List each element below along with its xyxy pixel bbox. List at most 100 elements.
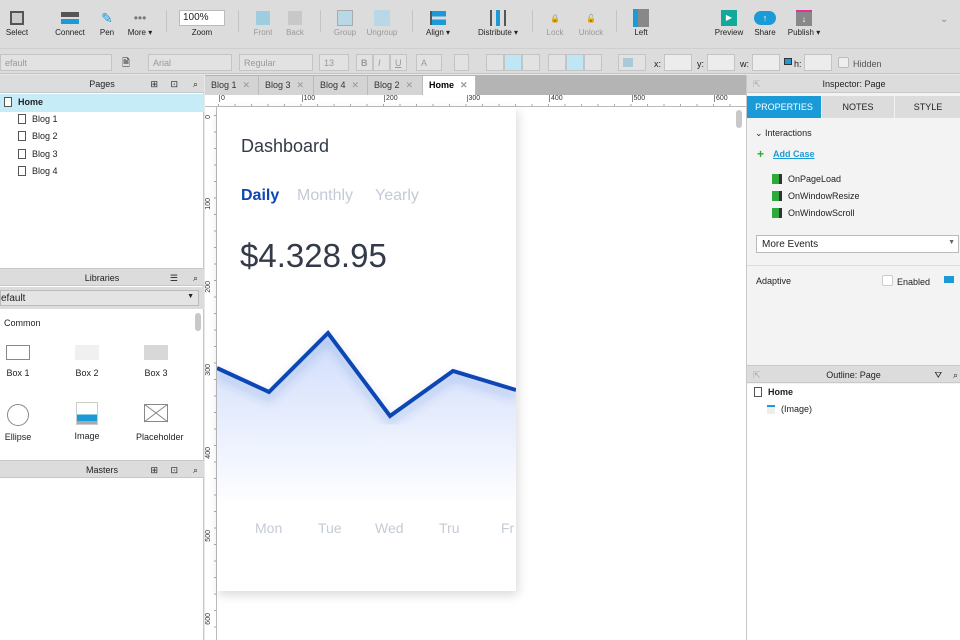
back-button[interactable]: Back xyxy=(282,8,308,37)
align-right-button[interactable] xyxy=(522,54,540,71)
tab-notes[interactable]: NOTES xyxy=(822,96,894,118)
italic-button[interactable]: I xyxy=(373,54,390,71)
ruler-label: 200 xyxy=(205,281,212,293)
pen-button[interactable]: ✎ Pen xyxy=(94,8,120,38)
close-icon[interactable]: ✕ xyxy=(460,80,468,90)
add-page-icon[interactable]: ⊞ xyxy=(150,75,158,93)
select-button[interactable]: Select xyxy=(0,8,34,37)
weight-select[interactable]: Regular xyxy=(239,54,313,71)
close-icon[interactable]: ✕ xyxy=(406,80,414,90)
adaptive-enabled-checkbox[interactable] xyxy=(882,275,893,286)
align-button[interactable]: Align ▾ xyxy=(424,8,452,37)
valign-middle-button[interactable] xyxy=(566,54,584,71)
library-scrollbar[interactable] xyxy=(195,313,201,331)
preview-button[interactable]: ▶ Preview xyxy=(712,8,746,37)
more-events-select[interactable]: More Events ▼ xyxy=(756,235,959,253)
align-left-button[interactable] xyxy=(486,54,504,71)
add-folder-icon[interactable]: ⊡ xyxy=(170,461,178,479)
left-panel-button[interactable]: Left xyxy=(628,8,654,37)
lock-button[interactable]: 🔒 Lock xyxy=(542,8,568,38)
add-folder-icon[interactable]: ⊡ xyxy=(170,75,178,93)
page-item-blog-3[interactable]: Blog 3 xyxy=(18,149,58,159)
menu-icon[interactable]: ☰ xyxy=(170,269,178,287)
hidden-checkbox[interactable] xyxy=(838,57,849,68)
page-item-blog-4[interactable]: Blog 4 xyxy=(18,166,58,176)
add-case-link[interactable]: Add Case xyxy=(773,149,815,159)
tab-home[interactable]: Home ✕ xyxy=(423,76,476,95)
period-yearly: Yearly xyxy=(375,187,419,204)
interactions-toggle[interactable]: ⌄ Interactions xyxy=(755,128,812,139)
page-item-blog-2[interactable]: Blog 2 xyxy=(18,131,58,141)
tab-properties[interactable]: PROPERTIES xyxy=(747,96,821,118)
tab-blog-2[interactable]: Blog 2 ✕ xyxy=(368,76,423,95)
library-placeholder[interactable]: Placeholder xyxy=(136,404,184,442)
underline-button[interactable]: U xyxy=(390,54,407,71)
style-edit-icon[interactable]: 🗎 xyxy=(122,56,130,73)
tab-blog-4[interactable]: Blog 4 ✕ xyxy=(314,76,368,95)
search-icon[interactable]: ⌕ xyxy=(193,269,198,287)
valign-top-button[interactable] xyxy=(548,54,566,71)
event-onwindowscroll[interactable]: OnWindowScroll xyxy=(772,208,855,218)
text-color-button[interactable]: A xyxy=(416,54,442,71)
event-onwindowresize[interactable]: OnWindowResize xyxy=(772,191,860,201)
distribute-button[interactable]: Distribute ▾ xyxy=(474,8,522,37)
outline-item-image[interactable]: (Image) xyxy=(767,404,812,414)
add-master-icon[interactable]: ⊞ xyxy=(150,461,158,479)
library-image[interactable]: Image xyxy=(67,402,107,441)
style-select[interactable]: efault xyxy=(0,54,112,71)
zoom-control[interactable]: 100% Zoom xyxy=(178,8,226,37)
tab-style[interactable]: STYLE xyxy=(895,96,960,118)
close-icon[interactable]: ✕ xyxy=(352,80,360,90)
page-item-home[interactable]: Home xyxy=(4,97,43,107)
collapse-icon[interactable]: ⇱ xyxy=(753,75,761,93)
filter-icon[interactable]: ⛛ xyxy=(934,366,942,384)
lock-ratio-icon[interactable] xyxy=(784,58,792,65)
group-button[interactable]: Group xyxy=(332,8,358,37)
collapse-icon[interactable]: ⇱ xyxy=(753,366,761,384)
library-box-1[interactable]: Box 1 xyxy=(0,345,38,378)
library-box-2[interactable]: Box 2 xyxy=(67,345,107,378)
share-button[interactable]: ↑ Share xyxy=(752,8,778,37)
event-onpageload[interactable]: OnPageLoad xyxy=(772,174,841,184)
search-icon[interactable]: ⌕ xyxy=(193,75,198,93)
ungroup-button[interactable]: Ungroup xyxy=(364,8,400,37)
ruler-label: 300 xyxy=(205,364,212,376)
day-label: Fr xyxy=(501,520,515,536)
adaptive-settings-icon[interactable] xyxy=(944,276,954,283)
search-icon[interactable]: ⌕ xyxy=(193,461,198,479)
align-center-button[interactable] xyxy=(504,54,522,71)
close-icon[interactable]: ✕ xyxy=(243,80,251,90)
dashboard-image[interactable]: Dashboard Daily Monthly Yearly $4.328.95… xyxy=(217,107,516,591)
canvas-scrollbar[interactable] xyxy=(736,110,742,128)
bullet-button[interactable] xyxy=(454,54,469,71)
bold-button[interactable]: B xyxy=(356,54,373,71)
x-field[interactable] xyxy=(664,54,692,71)
outline-item-home[interactable]: Home xyxy=(754,387,793,397)
adaptive-label: Adaptive xyxy=(756,276,792,286)
valign-bottom-button[interactable] xyxy=(584,54,602,71)
size-select[interactable]: 13 xyxy=(319,54,349,71)
fill-color-button[interactable] xyxy=(618,54,646,71)
tab-blog-3[interactable]: Blog 3 ✕ xyxy=(259,76,314,95)
connect-button[interactable]: Connect xyxy=(50,8,90,37)
h-field[interactable] xyxy=(804,54,832,71)
more-button[interactable]: ••• More ▾ xyxy=(124,8,156,37)
tab-blog-1[interactable]: Blog 1 ✕ xyxy=(205,76,259,95)
page-icon xyxy=(18,149,26,159)
y-field[interactable] xyxy=(707,54,735,71)
chevron-down-icon[interactable]: ⌄ xyxy=(940,14,948,25)
close-icon[interactable]: ✕ xyxy=(297,80,305,90)
library-group-common[interactable]: Common xyxy=(4,318,41,328)
period-daily: Daily xyxy=(241,187,280,204)
library-select[interactable]: efault ▼ xyxy=(0,290,199,306)
page-item-blog-1[interactable]: Blog 1 xyxy=(18,114,58,124)
unlock-button[interactable]: 🔓 Unlock xyxy=(576,8,606,38)
font-select[interactable]: Arial xyxy=(148,54,232,71)
search-icon[interactable]: ⌕ xyxy=(953,366,958,384)
w-field[interactable] xyxy=(752,54,780,71)
library-box-3[interactable]: Box 3 xyxy=(136,345,176,378)
front-button[interactable]: Front xyxy=(250,8,276,37)
period-monthly: Monthly xyxy=(297,187,354,204)
library-ellipse[interactable]: Ellipse xyxy=(0,404,38,442)
publish-button[interactable]: ↓ Publish ▾ xyxy=(784,8,824,37)
